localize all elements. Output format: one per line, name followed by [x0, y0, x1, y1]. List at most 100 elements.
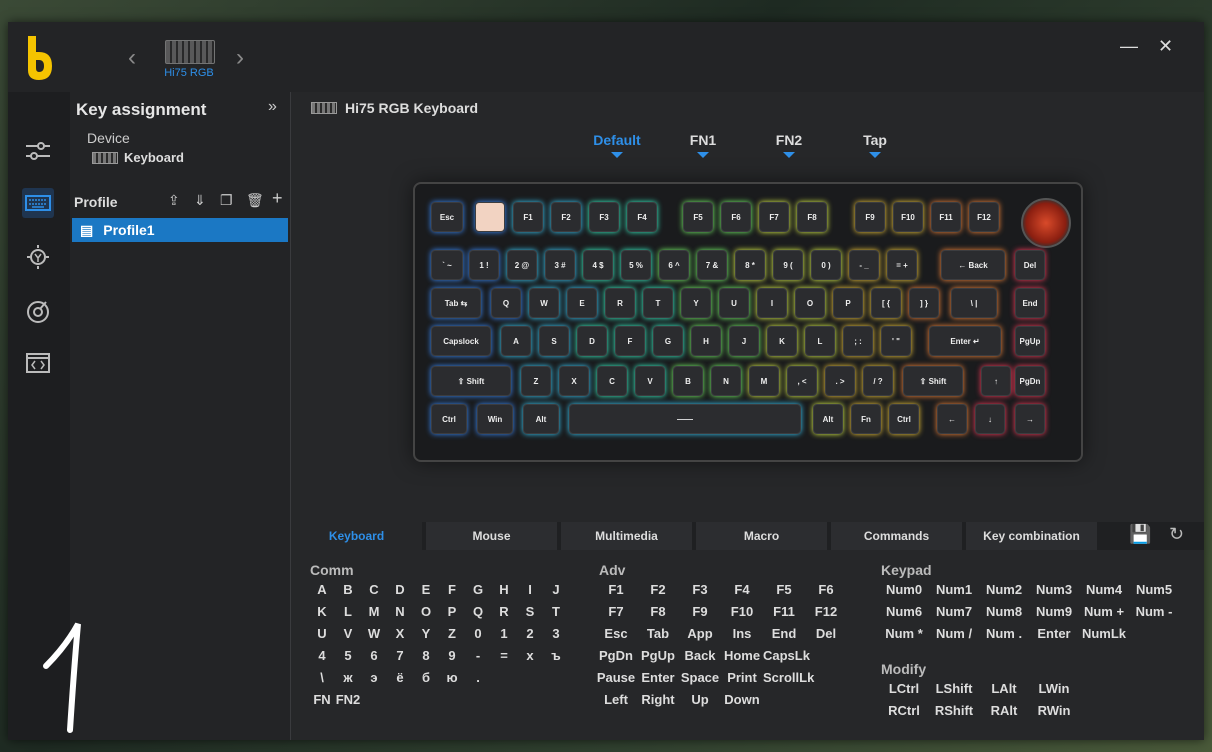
keycap[interactable]: [ { — [871, 288, 901, 318]
tab-macro[interactable]: Macro — [696, 522, 829, 550]
keycap[interactable]: 1 ! — [469, 250, 499, 280]
key-option[interactable]: Tab — [637, 626, 679, 648]
keycap[interactable]: F7 — [759, 202, 789, 232]
keycap[interactable]: F11 — [931, 202, 961, 232]
keycap[interactable]: 6 ^ — [659, 250, 689, 280]
keycap[interactable]: = + — [887, 250, 917, 280]
key-option[interactable]: L — [335, 604, 361, 626]
keycap[interactable]: A — [501, 326, 531, 356]
key-option[interactable]: F4 — [721, 582, 763, 604]
keycap[interactable]: F1 — [513, 202, 543, 232]
key-option[interactable]: Back — [679, 648, 721, 670]
keycap[interactable]: / ? — [863, 366, 893, 396]
keycap[interactable]: F12 — [969, 202, 999, 232]
key-option[interactable]: F11 — [763, 604, 805, 626]
key-option[interactable]: Right — [637, 692, 679, 714]
key-option[interactable]: 9 — [439, 648, 465, 670]
tab-key-combination[interactable]: Key combination — [966, 522, 1099, 550]
key-option[interactable]: E — [413, 582, 439, 604]
key-option[interactable]: End — [763, 626, 805, 648]
key-option[interactable]: F — [439, 582, 465, 604]
lighting-bulb-icon[interactable] — [22, 242, 54, 272]
key-option[interactable]: RWin — [1029, 703, 1079, 725]
keycap[interactable]: V — [635, 366, 665, 396]
device-name[interactable]: Hi75 RGB — [158, 67, 220, 79]
keycap[interactable]: S — [539, 326, 569, 356]
key-option[interactable]: \ — [309, 670, 335, 692]
keycap[interactable]: X — [559, 366, 589, 396]
performance-dial-icon[interactable] — [22, 296, 54, 326]
keycap[interactable]: ← — [937, 404, 967, 434]
key-option[interactable]: Num + — [1079, 604, 1129, 626]
key-option[interactable]: Num8 — [979, 604, 1029, 626]
reset-icon[interactable]: ↻ — [1169, 524, 1184, 545]
keycap[interactable]: C — [597, 366, 627, 396]
key-option[interactable]: 6 — [361, 648, 387, 670]
device-selector[interactable]: Keyboard — [92, 150, 184, 165]
key-option[interactable]: - — [465, 648, 491, 670]
key-option[interactable]: Num7 — [929, 604, 979, 626]
layer-tab-tap[interactable]: Tap — [840, 132, 910, 158]
key-option[interactable]: RAlt — [979, 703, 1029, 725]
key-option[interactable]: F9 — [679, 604, 721, 626]
key-option[interactable]: б — [413, 670, 439, 692]
keycap[interactable]: B — [673, 366, 703, 396]
key-option[interactable]: Num6 — [879, 604, 929, 626]
keycap[interactable]: F8 — [797, 202, 827, 232]
key-option[interactable]: Num . — [979, 626, 1029, 648]
keycap[interactable]: 4 $ — [583, 250, 613, 280]
keycap[interactable]: P — [833, 288, 863, 318]
key-option[interactable]: Num4 — [1079, 582, 1129, 604]
key-option[interactable]: . — [465, 670, 491, 692]
keycap[interactable]: . > — [825, 366, 855, 396]
key-option[interactable]: Ins — [721, 626, 763, 648]
key-option[interactable]: FN — [309, 692, 335, 714]
key-option[interactable]: 1 — [491, 626, 517, 648]
key-option[interactable]: Num0 — [879, 582, 929, 604]
key-option[interactable]: LCtrl — [879, 681, 929, 703]
key-option[interactable]: Enter — [1029, 626, 1079, 648]
key-option[interactable]: Q — [465, 604, 491, 626]
keycap[interactable]: ⇧ Shift — [431, 366, 511, 396]
key-option[interactable]: S — [517, 604, 543, 626]
key-option[interactable]: J — [543, 582, 569, 604]
keycap[interactable]: O — [795, 288, 825, 318]
next-device-arrow-icon[interactable]: › — [236, 44, 244, 72]
key-option[interactable]: D — [387, 582, 413, 604]
import-profile-icon[interactable]: ⇓ — [194, 192, 206, 209]
keycap[interactable]: 3 # — [545, 250, 575, 280]
key-option[interactable]: O — [413, 604, 439, 626]
keycap[interactable] — [475, 202, 505, 232]
key-option[interactable]: App — [679, 626, 721, 648]
keyboard-thumbnail-icon[interactable] — [165, 40, 215, 64]
keycap[interactable]: F2 — [551, 202, 581, 232]
keycap[interactable]: F — [615, 326, 645, 356]
key-option[interactable]: B — [335, 582, 361, 604]
keycap[interactable]: Tab ⇆ — [431, 288, 481, 318]
keycap[interactable]: H — [691, 326, 721, 356]
keycap[interactable]: Fn — [851, 404, 881, 434]
key-option[interactable]: Num5 — [1129, 582, 1179, 604]
key-option[interactable]: F1 — [595, 582, 637, 604]
key-option[interactable]: V — [335, 626, 361, 648]
keycap[interactable]: F3 — [589, 202, 619, 232]
minimize-icon[interactable]: — — [1120, 36, 1138, 57]
key-option[interactable]: F6 — [805, 582, 847, 604]
code-window-icon[interactable] — [22, 348, 54, 378]
key-option[interactable]: Num * — [879, 626, 929, 648]
key-option[interactable]: M — [361, 604, 387, 626]
keycap[interactable]: U — [719, 288, 749, 318]
key-option[interactable]: Num - — [1129, 604, 1179, 626]
key-option[interactable]: FN2 — [335, 692, 361, 714]
key-option[interactable]: F8 — [637, 604, 679, 626]
key-option[interactable]: ScrollLk — [763, 670, 814, 692]
copy-profile-icon[interactable]: ❐ — [220, 192, 233, 209]
key-option[interactable]: 2 — [517, 626, 543, 648]
key-option[interactable]: LWin — [1029, 681, 1079, 703]
tab-mouse[interactable]: Mouse — [426, 522, 559, 550]
key-option[interactable]: K — [309, 604, 335, 626]
key-option[interactable]: CapsLk — [763, 648, 810, 670]
key-option[interactable]: 4 — [309, 648, 335, 670]
keycap[interactable]: R — [605, 288, 635, 318]
keycap[interactable]: Win — [477, 404, 513, 434]
